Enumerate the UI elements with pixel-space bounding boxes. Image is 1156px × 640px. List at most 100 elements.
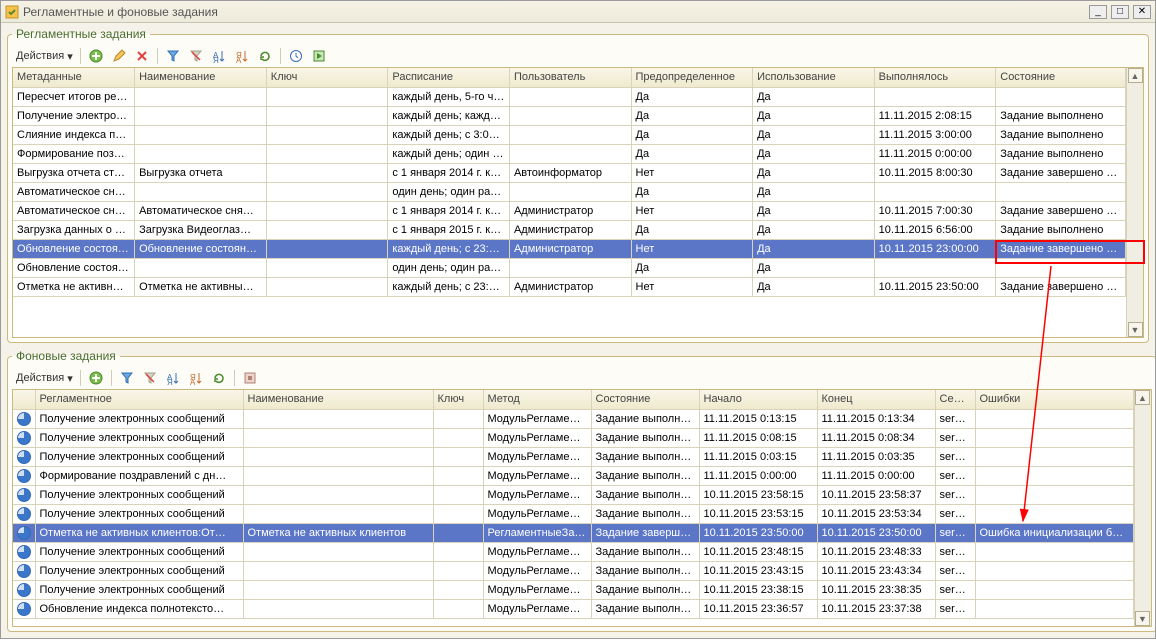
column-header[interactable]: Наименование	[243, 390, 433, 409]
actions-menu[interactable]: Действия ▾	[14, 46, 75, 66]
cell	[975, 428, 1133, 447]
task-status-icon	[17, 412, 31, 426]
cell	[266, 182, 388, 201]
cell: Да	[753, 144, 875, 163]
close-button[interactable]: ✕	[1133, 5, 1151, 19]
add-icon[interactable]	[86, 46, 106, 66]
table-row[interactable]: Получение электронных сообщенийМодульРег…	[13, 447, 1133, 466]
column-header[interactable]: Пользователь	[509, 68, 631, 87]
cell: Загрузка данных о …	[13, 220, 135, 239]
table-row[interactable]: Получение электронных сообщенийМодульРег…	[13, 580, 1133, 599]
sort-asc-icon[interactable]: AЯ	[163, 368, 183, 388]
sort-desc-icon[interactable]: ЯA	[232, 46, 252, 66]
cell: Получение электронных сообщений	[35, 561, 243, 580]
column-header[interactable]	[13, 390, 35, 409]
table-row[interactable]: Отметка не активных клиентов:От…Отметка …	[13, 523, 1133, 542]
table-row[interactable]: Обновление состоя…один день; один раз…Да…	[13, 258, 1126, 277]
cell: serv…	[935, 599, 975, 618]
column-header[interactable]: Состояние	[996, 68, 1126, 87]
column-header[interactable]: Конец	[817, 390, 935, 409]
cell: Да	[753, 125, 875, 144]
refresh-icon[interactable]	[255, 46, 275, 66]
cell: Нет	[631, 239, 753, 258]
table-row[interactable]: Обновление индекса полнотексто…МодульРег…	[13, 599, 1133, 618]
table-row[interactable]: Выгрузка отчета ст…Выгрузка отчетас 1 ян…	[13, 163, 1126, 182]
scrollbar[interactable]: ▲ ▼	[1134, 390, 1151, 626]
column-header[interactable]: Сер…	[935, 390, 975, 409]
cell	[874, 87, 996, 106]
cell	[975, 542, 1133, 561]
delete-icon[interactable]	[132, 46, 152, 66]
table-row[interactable]: Получение электронных сообщенийМодульРег…	[13, 485, 1133, 504]
table-row[interactable]: Слияние индекса по…каждый день; с 3:0…Да…	[13, 125, 1126, 144]
sort-asc-icon[interactable]: AЯ	[209, 46, 229, 66]
scroll-down-icon[interactable]: ▼	[1128, 322, 1143, 337]
sort-desc-icon[interactable]: ЯA	[186, 368, 206, 388]
svg-text:Я: Я	[213, 56, 219, 63]
table-row[interactable]: Автоматическое сн…один день; один раз…Да…	[13, 182, 1126, 201]
scroll-down-icon[interactable]: ▼	[1135, 611, 1150, 626]
column-header[interactable]: Использование	[753, 68, 875, 87]
actions-menu[interactable]: Действия ▾	[14, 368, 75, 388]
filter-funnel-icon[interactable]	[163, 46, 183, 66]
cell	[433, 580, 483, 599]
column-header[interactable]: Ключ	[433, 390, 483, 409]
cell: Задание завершено …	[996, 239, 1126, 258]
table-row[interactable]: Загрузка данных о …Загрузка Видеоглаз…с …	[13, 220, 1126, 239]
column-header[interactable]: Метод	[483, 390, 591, 409]
run-icon[interactable]	[309, 46, 329, 66]
table-row[interactable]: Получение электронных сообщенийМодульРег…	[13, 561, 1133, 580]
add-icon[interactable]	[86, 368, 106, 388]
cell: Задание выполнено	[996, 106, 1126, 125]
cell: 11.11.2015 0:13:34	[817, 409, 935, 428]
column-header[interactable]: Метаданные	[13, 68, 135, 87]
column-header[interactable]: Начало	[699, 390, 817, 409]
column-header[interactable]: Ошибки	[975, 390, 1133, 409]
background-tasks-table[interactable]: РегламентноеНаименованиеКлючМетодСостоян…	[13, 390, 1134, 619]
column-header[interactable]: Предопределенное	[631, 68, 753, 87]
table-row[interactable]: Пересчет итогов ре…каждый день, 5-го ч…Д…	[13, 87, 1126, 106]
scroll-up-icon[interactable]: ▲	[1135, 390, 1150, 405]
minimize-button[interactable]: _	[1089, 5, 1107, 19]
cell: Пересчет итогов ре…	[13, 87, 135, 106]
cell: Задание выполне…	[591, 485, 699, 504]
cell: Автоинформатор	[509, 163, 631, 182]
filter-clear-icon[interactable]	[186, 46, 206, 66]
column-header[interactable]: Расписание	[388, 68, 510, 87]
table-row[interactable]: Формирование поздравлений с дн…МодульРег…	[13, 466, 1133, 485]
table-row[interactable]: Формирование поз…каждый день; один …ДаДа…	[13, 144, 1126, 163]
scrollbar[interactable]: ▲ ▼	[1126, 68, 1143, 337]
column-header[interactable]: Состояние	[591, 390, 699, 409]
cell: Задание выполнено	[996, 144, 1126, 163]
column-header[interactable]: Выполнялось	[874, 68, 996, 87]
scroll-up-icon[interactable]: ▲	[1128, 68, 1143, 83]
cell: один день; один раз…	[388, 182, 510, 201]
refresh-icon[interactable]	[209, 368, 229, 388]
cell: Задание завершено …	[996, 201, 1126, 220]
table-row[interactable]: Получение электронных сообщенийМодульРег…	[13, 542, 1133, 561]
column-header[interactable]: Ключ	[266, 68, 388, 87]
cell: Да	[631, 220, 753, 239]
table-row[interactable]: Обновление состоя…Обновление состоян…каж…	[13, 239, 1126, 258]
status-icon-cell	[13, 580, 35, 599]
table-row[interactable]: Получение электронных сообщенийМодульРег…	[13, 504, 1133, 523]
column-header[interactable]: Наименование	[135, 68, 267, 87]
filter-funnel-icon[interactable]	[117, 368, 137, 388]
scheduled-tasks-table[interactable]: МетаданныеНаименованиеКлючРасписаниеПоль…	[13, 68, 1126, 297]
schedule-icon[interactable]	[286, 46, 306, 66]
cell	[996, 182, 1126, 201]
cell: Администратор	[509, 277, 631, 296]
cell	[433, 466, 483, 485]
edit-icon[interactable]	[109, 46, 129, 66]
table-row[interactable]: Получение электронных сообщенийМодульРег…	[13, 409, 1133, 428]
maximize-button[interactable]: □	[1111, 5, 1129, 19]
table-row[interactable]: Получение электронных сообщенийМодульРег…	[13, 428, 1133, 447]
stop-icon[interactable]	[240, 368, 260, 388]
cell: serv…	[935, 428, 975, 447]
table-row[interactable]: Автоматическое сн…Автоматическое сня…с 1…	[13, 201, 1126, 220]
filter-clear-icon[interactable]	[140, 368, 160, 388]
cell	[874, 182, 996, 201]
column-header[interactable]: Регламентное	[35, 390, 243, 409]
table-row[interactable]: Отметка не активн…Отметка не активны…каж…	[13, 277, 1126, 296]
table-row[interactable]: Получение электро…каждый день; кажд…ДаДа…	[13, 106, 1126, 125]
